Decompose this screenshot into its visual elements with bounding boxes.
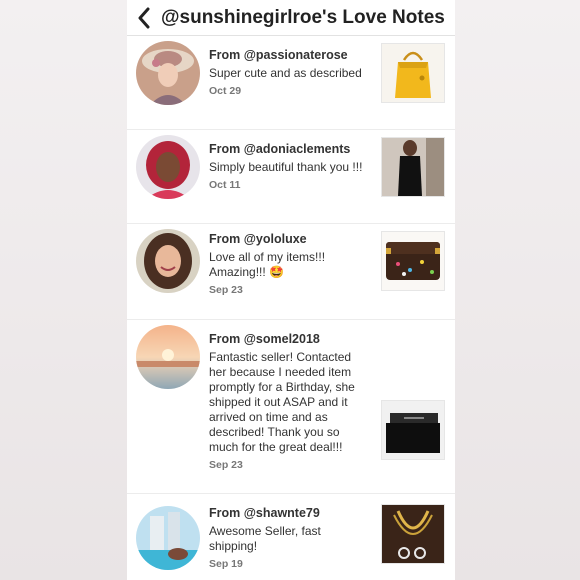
left-background (0, 0, 127, 580)
note-from[interactable]: From @somel2018 (209, 332, 369, 346)
right-background (455, 0, 580, 580)
note-date: Sep 23 (209, 459, 243, 471)
note-content: From @somel2018 Fantastic seller! Contac… (209, 332, 369, 471)
note-content: From @passionaterose Super cute and as d… (209, 48, 369, 97)
user-avatar[interactable] (136, 41, 200, 105)
note-from[interactable]: From @passionaterose (209, 48, 369, 62)
note-message: Super cute and as described (209, 66, 362, 80)
love-note-item[interactable]: From @somel2018 Fantastic seller! Contac… (127, 320, 455, 494)
item-thumbnail[interactable] (381, 137, 445, 197)
user-avatar[interactable] (136, 135, 200, 199)
item-thumbnail[interactable] (381, 231, 445, 291)
note-content: From @shawnte79 Awesome Seller, fast shi… (209, 506, 369, 570)
note-content: From @yololuxe Love all of my items!!! A… (209, 232, 369, 296)
note-from[interactable]: From @adoniaclements (209, 142, 369, 156)
back-button[interactable] (127, 0, 161, 36)
item-thumbnail[interactable] (381, 400, 445, 460)
note-content: From @adoniaclements Simply beautiful th… (209, 142, 369, 191)
love-notes-screen: @sunshinegirlroe's Love Notes From @pass… (127, 0, 455, 580)
header-bar: @sunshinegirlroe's Love Notes (127, 0, 455, 36)
love-note-item[interactable]: From @adoniaclements Simply beautiful th… (127, 130, 455, 224)
note-from[interactable]: From @shawnte79 (209, 506, 369, 520)
note-message: Fantastic seller! Contacted her because … (209, 350, 355, 454)
note-date: Sep 19 (209, 558, 243, 570)
love-note-item[interactable]: From @yololuxe Love all of my items!!! A… (127, 224, 455, 320)
user-avatar[interactable] (136, 229, 200, 293)
item-thumbnail[interactable] (381, 43, 445, 103)
note-message: Love all of my items!!! Amazing!!! 🤩 (209, 250, 326, 279)
page-title: @sunshinegirlroe's Love Notes (161, 6, 445, 28)
user-avatar[interactable] (136, 506, 200, 570)
note-message: Simply beautiful thank you !!! (209, 160, 363, 174)
chevron-left-icon (138, 7, 150, 28)
note-message: Awesome Seller, fast shipping! (209, 524, 321, 553)
user-avatar[interactable] (136, 325, 200, 389)
note-date: Oct 11 (209, 179, 241, 191)
love-note-item[interactable]: From @shawnte79 Awesome Seller, fast shi… (127, 494, 455, 580)
note-date: Oct 29 (209, 85, 242, 97)
note-from[interactable]: From @yololuxe (209, 232, 369, 246)
note-date: Sep 23 (209, 284, 243, 296)
love-note-item[interactable]: From @passionaterose Super cute and as d… (127, 36, 455, 130)
item-thumbnail[interactable] (381, 504, 445, 564)
